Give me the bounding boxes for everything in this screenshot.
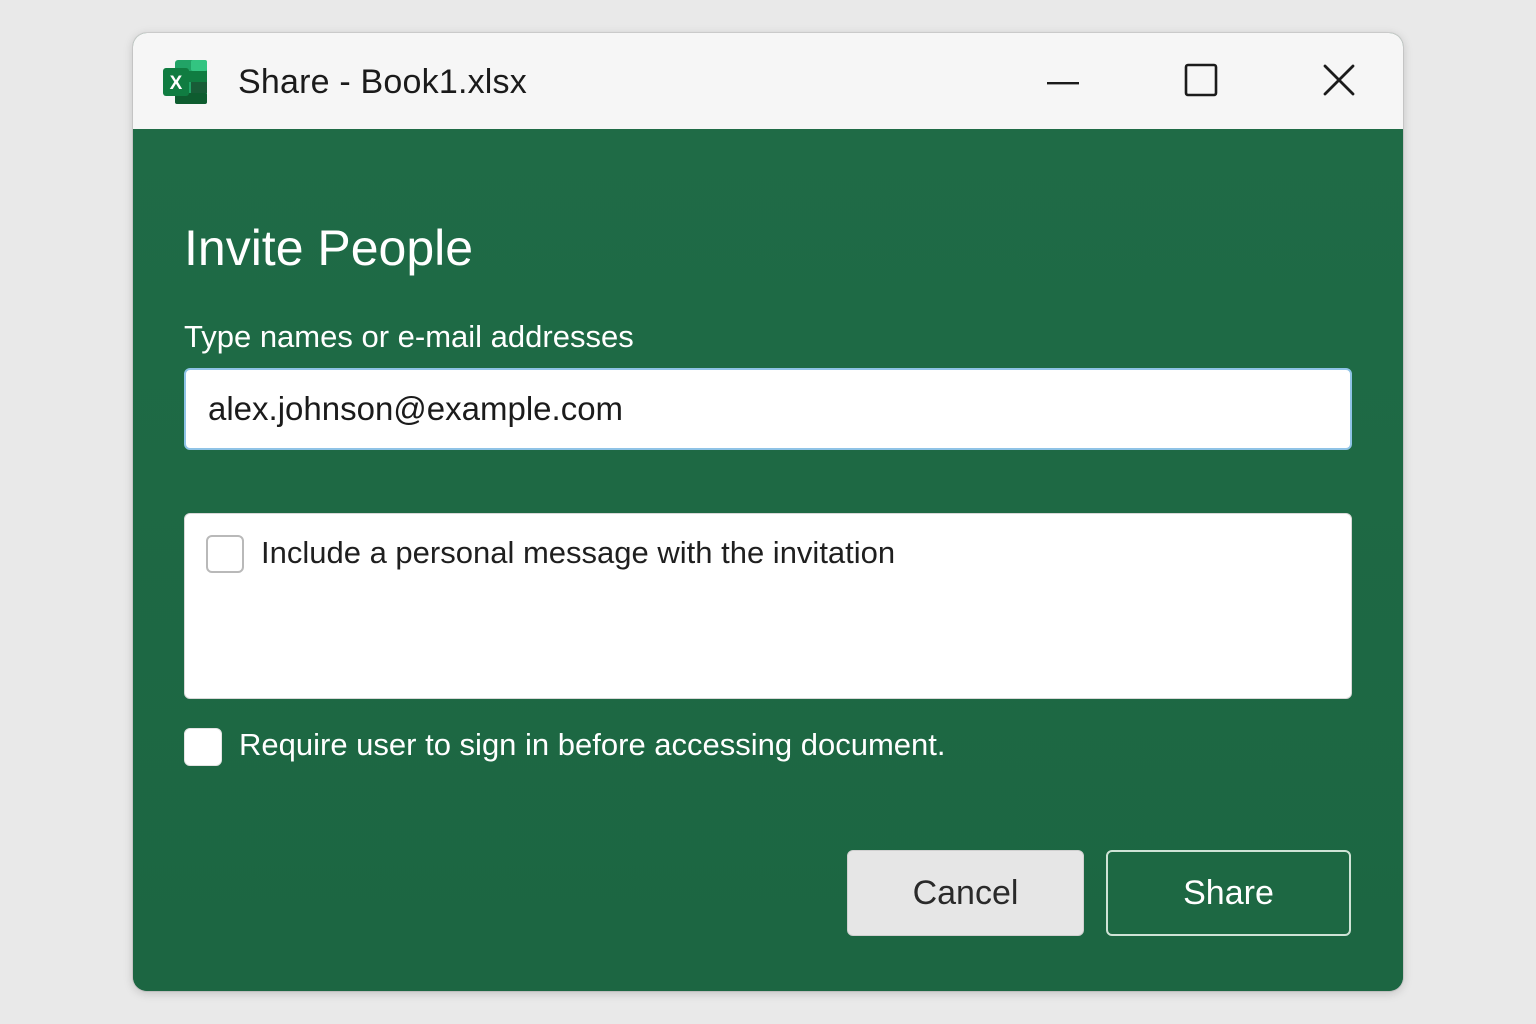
maximize-button[interactable] bbox=[1171, 57, 1231, 107]
dialog-heading: Invite People bbox=[184, 220, 474, 276]
cancel-button[interactable]: Cancel bbox=[847, 850, 1084, 936]
maximize-icon bbox=[1184, 63, 1218, 102]
minimize-button[interactable] bbox=[1033, 57, 1093, 107]
recipients-input[interactable] bbox=[184, 368, 1352, 450]
require-signin-label: Require user to sign in before accessing… bbox=[239, 727, 946, 762]
svg-text:X: X bbox=[170, 73, 183, 94]
share-button[interactable]: Share bbox=[1106, 850, 1351, 936]
close-icon bbox=[1322, 63, 1356, 102]
excel-icon: X bbox=[161, 58, 209, 106]
recipients-label: Type names or e-mail addresses bbox=[184, 319, 634, 354]
personal-message-box[interactable]: Include a personal message with the invi… bbox=[184, 513, 1352, 699]
personal-message-checkbox[interactable] bbox=[206, 535, 244, 573]
share-dialog-window: X Share - Book1.xlsx Invite People Type … bbox=[133, 33, 1403, 991]
close-button[interactable] bbox=[1309, 57, 1369, 107]
personal-message-label: Include a personal message with the invi… bbox=[261, 535, 896, 570]
title-bar: X Share - Book1.xlsx bbox=[133, 33, 1403, 129]
dialog-content: Invite People Type names or e-mail addre… bbox=[133, 129, 1403, 991]
require-signin-checkbox[interactable] bbox=[184, 728, 222, 766]
minimize-icon bbox=[1046, 73, 1080, 91]
window-title: Share - Book1.xlsx bbox=[238, 63, 527, 101]
